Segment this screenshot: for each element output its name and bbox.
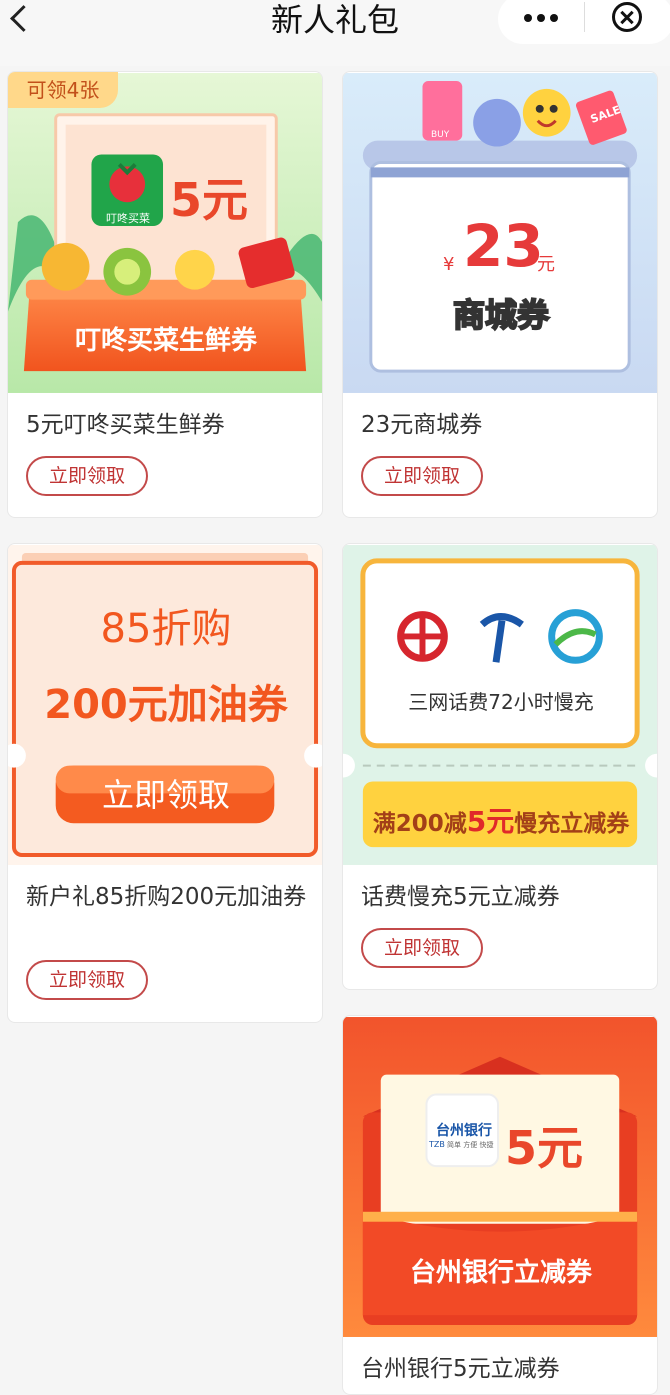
coupon-title: 23元商城券	[361, 412, 483, 438]
banner-label: 商城券	[452, 295, 550, 335]
banner-amount: 5元	[170, 173, 249, 227]
claim-button[interactable]: 立即领取	[361, 456, 483, 496]
close-icon[interactable]	[612, 2, 642, 32]
china-unicom-logo	[397, 611, 448, 662]
coupon-card-mall[interactable]: BUY SALE ¥ 23 元 商城券 23元商城券 立即领取	[342, 71, 658, 518]
mini-program-capsule	[498, 0, 670, 44]
nav-bar: 新人礼包	[0, 0, 670, 66]
capsule-divider	[584, 2, 585, 32]
banner-label: 台州银行立减券	[409, 1258, 592, 1288]
offer-amount: 5元	[466, 805, 515, 838]
banner-line-2: 200元加油券	[44, 682, 288, 728]
banner-label: 叮咚买菜生鲜券	[74, 326, 257, 356]
dingdong-logo-text: 叮咚买菜	[106, 212, 150, 225]
banner-offer: 满200减5元慢充立减券	[363, 800, 639, 840]
banner-subtitle: 三网话费72小时慢充	[408, 690, 594, 714]
banner-amount: 23	[463, 212, 544, 280]
coupon-card-bank[interactable]: 台州银行 TZB 简单 方便 快捷 5元 台州银行立减券 台州银行5元立减券	[342, 1015, 658, 1395]
coupon-count-badge: 可领4张	[8, 72, 118, 108]
coupon-card-phone[interactable]: 三网话费72小时慢充 满200减5元慢充立减券 话费慢充5元立减券 立即领取	[342, 543, 658, 990]
more-icon[interactable]	[520, 2, 562, 32]
claim-button[interactable]: 立即领取	[26, 960, 148, 1000]
tag-buy: BUY	[431, 130, 450, 140]
coupon-card-fuel[interactable]: 85折购 200元加油券 立即领取 新户礼85折购200元加油券 立即领取	[7, 543, 323, 1023]
offer-prefix: 满200减	[372, 811, 467, 837]
coupon-title: 话费慢充5元立减券	[361, 884, 560, 910]
bank-logo-name: 台州银行	[436, 1123, 492, 1139]
claim-button[interactable]: 立即领取	[26, 456, 148, 496]
coupon-title: 新户礼85折购200元加油券	[26, 884, 307, 910]
coupon-card-dingdong[interactable]: 可领4张 叮咚买菜 5元 叮咚买菜生鲜券 5元叮咚买菜生鲜券 立即领取	[7, 71, 323, 518]
coupon-title: 5元叮咚买菜生鲜券	[26, 412, 225, 438]
banner-claim-text: 立即领取	[101, 776, 230, 814]
currency-unit: 元	[537, 254, 555, 275]
bank-banner	[343, 1017, 657, 1337]
offer-suffix: 慢充立减券	[514, 811, 630, 837]
banner-line-1: 85折购	[100, 606, 232, 652]
banner-amount: 5元	[505, 1121, 584, 1175]
claim-button[interactable]: 立即领取	[361, 928, 483, 968]
bank-logo-slogan: 简单 方便 快捷	[447, 1141, 494, 1149]
currency-symbol: ¥	[443, 254, 455, 275]
